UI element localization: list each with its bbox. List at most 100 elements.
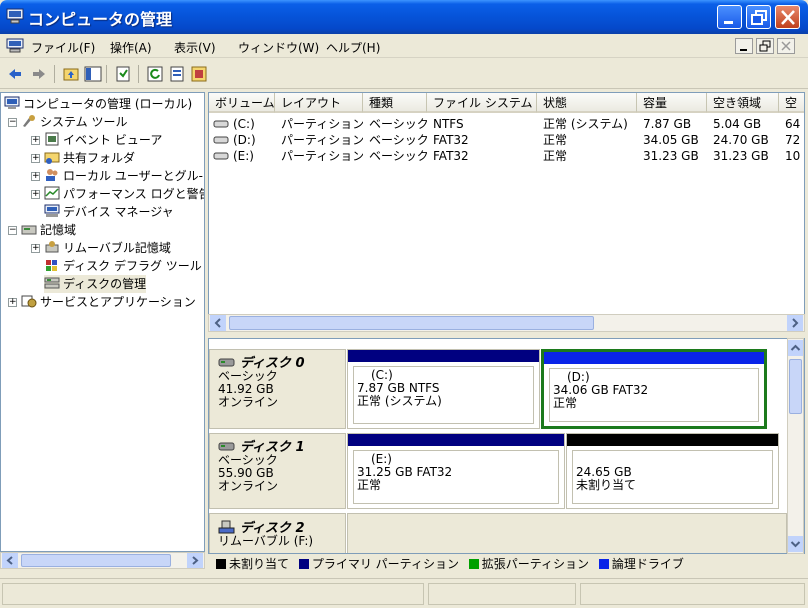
expand-icon[interactable]: + xyxy=(31,172,40,181)
scroll-thumb[interactable] xyxy=(21,554,171,567)
disk-0-label[interactable]: ディスク 0 ベーシック 41.92 GB オンライン xyxy=(209,349,346,429)
column-header-layout[interactable]: レイアウト xyxy=(275,93,363,113)
collapse-icon[interactable]: − xyxy=(8,226,17,235)
expand-icon[interactable]: + xyxy=(31,244,40,253)
menu-view[interactable]: 表示(V) xyxy=(174,39,216,56)
storage-icon xyxy=(21,225,37,235)
cell-free-space: 31.23 GB xyxy=(713,149,769,163)
tree-label: コンピュータの管理 (ローカル) xyxy=(23,97,193,111)
column-header-status[interactable]: 状態 xyxy=(537,93,637,113)
tree-item-device-manager[interactable]: デバイス マネージャ xyxy=(44,203,174,221)
disk-graphical-view[interactable]: ディスク 0 ベーシック 41.92 GB オンライン (C:) 7.87 GB… xyxy=(208,338,805,554)
column-header-filesystem[interactable]: ファイル システム xyxy=(427,93,537,113)
table-row[interactable]: (C:) パーティション ベーシック NTFS 正常 (システム) 7.87 GB 5.04… xyxy=(209,116,804,132)
column-header-free-space[interactable]: 空き領域 xyxy=(707,93,779,113)
column-header-volume[interactable]: ボリューム xyxy=(209,93,275,113)
expand-icon[interactable]: + xyxy=(31,136,40,145)
scroll-right-icon[interactable] xyxy=(787,315,803,331)
column-header-type[interactable]: 種類 xyxy=(363,93,427,113)
restore-button[interactable] xyxy=(746,5,771,29)
partition-d-selected[interactable]: (D:) 34.06 GB FAT32 正常 xyxy=(541,349,767,429)
partition-info: (E:) 31.25 GB FAT32 正常 xyxy=(353,450,559,504)
tree-item-disk-defrag[interactable]: ディスク デフラグ ツール xyxy=(44,257,202,275)
toolbar xyxy=(0,59,808,89)
tree-label: ディスクの管理 xyxy=(63,277,147,291)
tree-item-local-users[interactable]: ローカル ユーザーとグル- xyxy=(44,167,203,185)
partition-c[interactable]: (C:) 7.87 GB NTFS 正常 (システム) xyxy=(347,349,540,429)
disk-1-label[interactable]: ディスク 1 ベーシック 55.90 GB オンライン xyxy=(209,433,346,509)
partition-status: 正常 xyxy=(553,396,578,410)
cell-layout: パーティション xyxy=(281,149,363,163)
volume-list[interactable]: ボリューム レイアウト 種類 ファイル システム 状態 容量 空き領域 空 (C… xyxy=(208,92,805,332)
console-tree[interactable]: コンピュータの管理 (ローカル) − システム ツール + イベント ビューア … xyxy=(0,92,205,552)
tree-item-performance-logs[interactable]: パフォーマンス ログと警告 xyxy=(44,185,204,203)
cell-type: ベーシック xyxy=(369,133,427,147)
properties-icon[interactable] xyxy=(114,65,132,83)
partition-type-bar xyxy=(348,434,564,446)
cell-layout: パーティション xyxy=(281,117,363,131)
menu-window[interactable]: ウィンドウ(W) xyxy=(238,39,319,56)
export-list-icon[interactable] xyxy=(168,65,186,83)
tree-item-disk-management[interactable]: ディスクの管理 xyxy=(44,275,147,293)
table-row[interactable]: (E:) パーティション ベーシック FAT32 正常 31.23 GB 31.23 GB 1… xyxy=(209,148,804,164)
scroll-right-icon[interactable] xyxy=(187,553,203,568)
show-hide-tree-icon[interactable] xyxy=(84,65,102,83)
cell-capacity: 34.05 GB xyxy=(643,133,699,147)
scroll-up-icon[interactable] xyxy=(788,340,803,356)
removable-disk-icon xyxy=(218,520,235,534)
partition-e[interactable]: (E:) 31.25 GB FAT32 正常 xyxy=(347,433,565,509)
disk-2-label[interactable]: ディスク 2 リムーバブル (F:) xyxy=(209,513,346,553)
volume-icon xyxy=(213,120,229,128)
menu-action[interactable]: 操作(A) xyxy=(110,39,152,56)
forward-arrow-icon[interactable] xyxy=(30,65,48,83)
tree-item-shared-folders[interactable]: 共有フォルダ xyxy=(44,149,135,167)
mdi-close-button[interactable] xyxy=(777,38,795,54)
services-apps-icon xyxy=(21,295,37,308)
mdi-restore-button[interactable] xyxy=(756,38,774,54)
tree-item-storage[interactable]: 記憶域 xyxy=(21,221,76,239)
expand-icon[interactable]: + xyxy=(31,190,40,199)
scroll-left-icon[interactable] xyxy=(210,315,226,331)
menu-help[interactable]: ヘルプ(H) xyxy=(326,39,380,56)
removable-disk-area[interactable] xyxy=(347,513,787,553)
mdi-minimize-button[interactable] xyxy=(735,38,753,54)
column-header-percent-free[interactable]: 空 xyxy=(779,93,804,113)
collapse-icon[interactable]: − xyxy=(8,118,17,127)
mdi-window-icon[interactable] xyxy=(6,38,24,53)
up-folder-icon[interactable] xyxy=(62,65,80,83)
title-bar[interactable]: コンピュータの管理 xyxy=(0,0,808,34)
close-button[interactable] xyxy=(775,5,800,29)
tree-item-removable-storage[interactable]: リムーバブル記憶域 xyxy=(44,239,171,257)
disk-vertical-scrollbar[interactable] xyxy=(787,338,804,554)
partition-unallocated[interactable]: 24.65 GB 未割り当て xyxy=(566,433,779,509)
minimize-button[interactable] xyxy=(717,5,742,29)
tree-item-root[interactable]: コンピュータの管理 (ローカル) xyxy=(4,95,192,113)
legend-swatch-unallocated xyxy=(216,559,226,569)
partition-info: (D:) 34.06 GB FAT32 正常 xyxy=(549,368,759,422)
table-row[interactable]: (D:) パーティション ベーシック FAT32 正常 34.05 GB 24.70 GB 7… xyxy=(209,132,804,148)
column-header-capacity[interactable]: 容量 xyxy=(637,93,707,113)
scroll-thumb[interactable] xyxy=(789,359,802,414)
back-arrow-icon[interactable] xyxy=(6,65,24,83)
legend-label: 未割り当て xyxy=(229,557,290,571)
list-horizontal-scrollbar[interactable] xyxy=(208,314,805,332)
cell-status: 正常 xyxy=(543,133,568,147)
expand-icon[interactable]: + xyxy=(8,298,17,307)
partition-status: 正常 xyxy=(357,478,382,492)
menu-file[interactable]: ファイル(F) xyxy=(31,39,95,56)
partition-detail: 31.25 GB FAT32 xyxy=(357,465,453,479)
tree-horizontal-scrollbar[interactable] xyxy=(0,552,205,569)
tree-item-services-apps[interactable]: サービスとアプリケーション xyxy=(21,293,196,311)
scroll-down-icon[interactable] xyxy=(788,536,803,552)
window-title: コンピュータの管理 xyxy=(28,10,173,29)
help-topics-icon[interactable] xyxy=(190,65,208,83)
tree-item-event-viewer[interactable]: イベント ビューア xyxy=(44,131,162,149)
cell-status: 正常 xyxy=(543,149,568,163)
hard-disk-icon xyxy=(218,442,235,451)
scroll-left-icon[interactable] xyxy=(2,553,18,568)
scroll-thumb[interactable] xyxy=(229,316,594,330)
expand-icon[interactable]: + xyxy=(31,154,40,163)
tree-item-system-tools[interactable]: システム ツール xyxy=(21,113,127,131)
shared-folder-icon xyxy=(44,152,60,164)
refresh-icon[interactable] xyxy=(146,65,164,83)
